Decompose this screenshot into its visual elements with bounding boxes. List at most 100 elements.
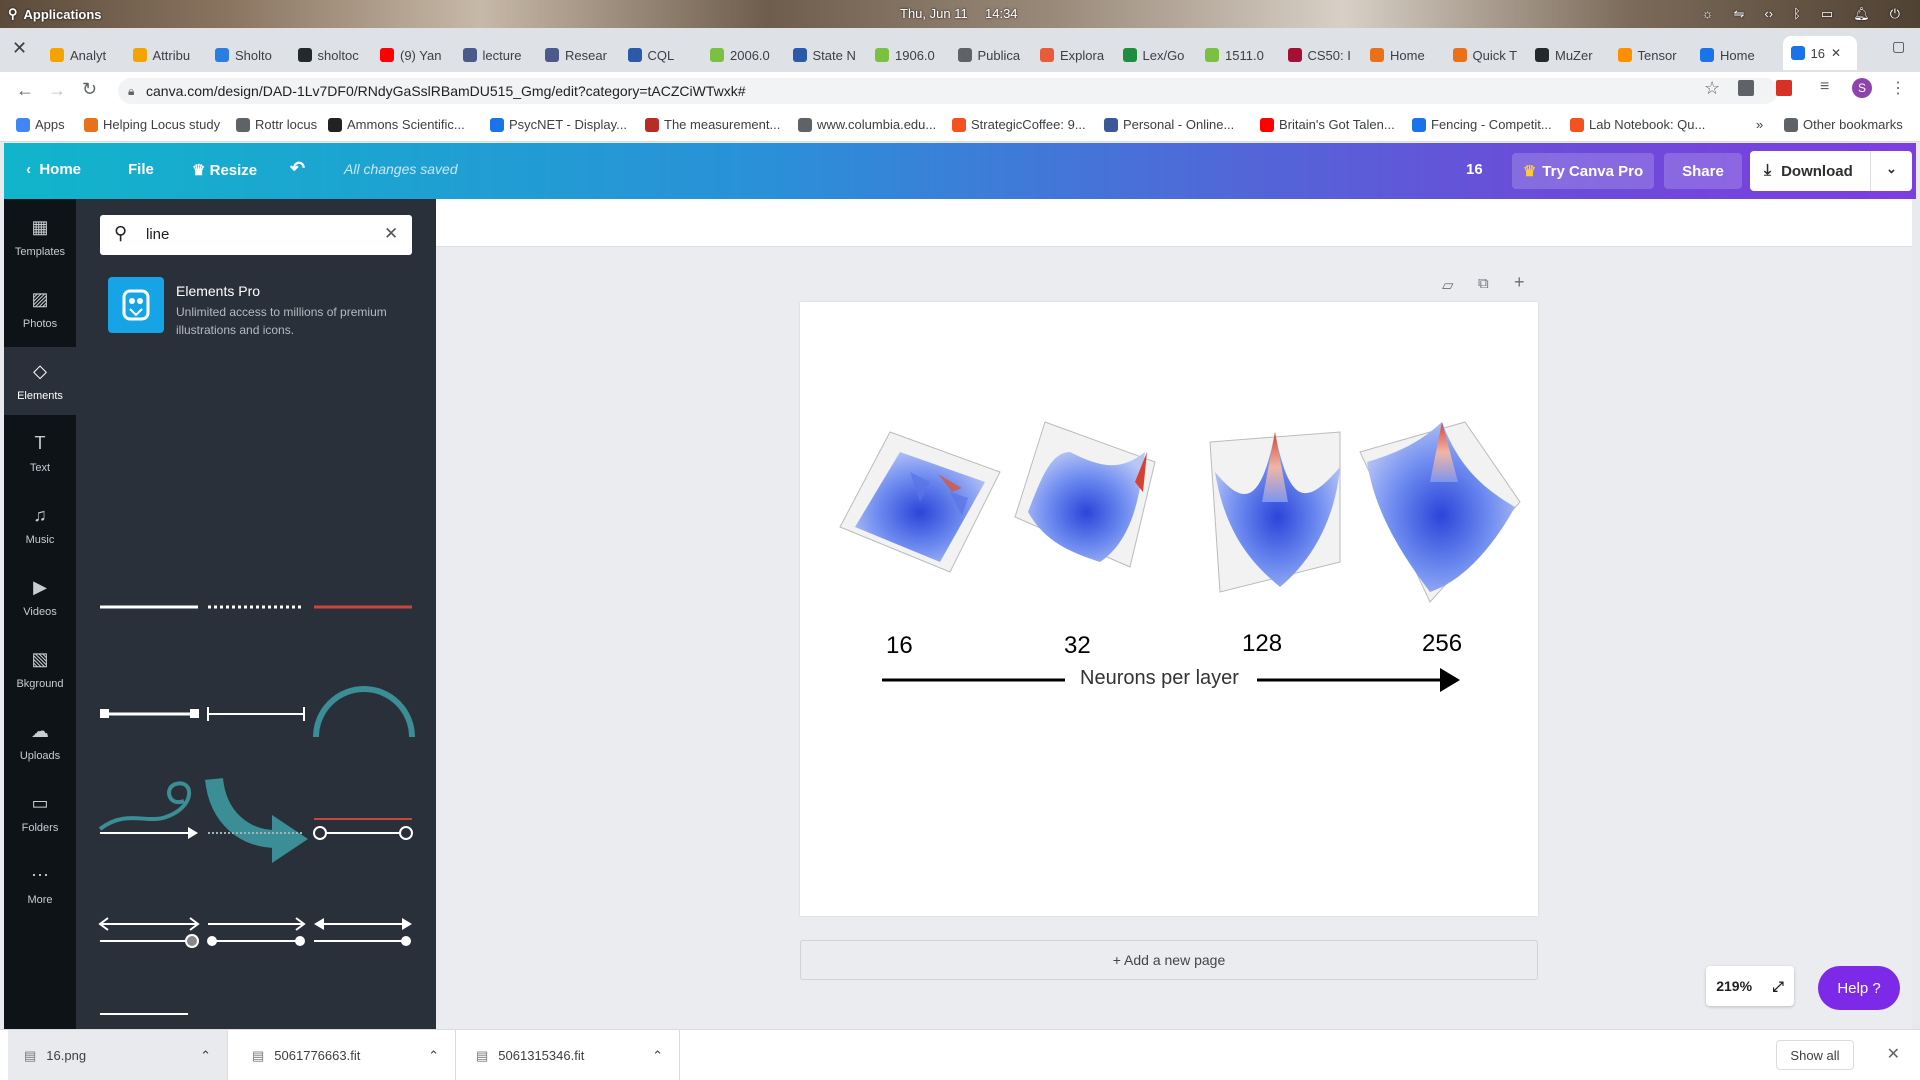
code-icon[interactable]: ‹› xyxy=(1764,6,1773,22)
bluetooth-icon[interactable]: ᛒ xyxy=(1793,6,1801,22)
battery-icon[interactable]: ▭ xyxy=(1821,6,1833,22)
notification-icon[interactable]: 🔔︎ xyxy=(1853,6,1870,22)
sidebar-item-templates[interactable]: ▦ Templates xyxy=(4,203,76,271)
bookmarks-more-icon[interactable]: » xyxy=(1756,117,1763,132)
forward-icon[interactable]: → xyxy=(48,80,66,101)
sidebar-item-photos[interactable]: ▨ Photos xyxy=(4,275,76,343)
dot-line-element[interactable] xyxy=(207,936,305,946)
circle-end-line-element[interactable] xyxy=(313,826,413,840)
help-button[interactable]: Help ? xyxy=(1818,966,1900,1010)
bookmark-item[interactable]: Helping Locus study xyxy=(84,117,220,132)
close-tab-icon[interactable]: ✕ xyxy=(1831,46,1841,60)
notes-icon[interactable]: ▱ xyxy=(1442,276,1454,294)
share-button[interactable]: Share xyxy=(1664,153,1742,189)
bookmark-star-icon[interactable]: ☆ xyxy=(1704,78,1720,99)
sidebar-item-uploads[interactable]: ☁ Uploads xyxy=(4,707,76,775)
elements-pro-card[interactable]: Elements Pro Unlimited access to million… xyxy=(100,277,412,337)
browser-menu-icon[interactable]: ⋮ xyxy=(1890,78,1906,98)
browser-tab[interactable]: Sholto xyxy=(215,40,285,70)
sidebar-item-elements[interactable]: ◇ Elements xyxy=(4,347,76,415)
browser-tab[interactable]: State N xyxy=(792,40,863,70)
zoom-control[interactable]: 219% ⤢ xyxy=(1706,966,1794,1006)
browser-tab[interactable]: lecture xyxy=(462,40,533,70)
bookmark-item[interactable]: PsycNET - Display... xyxy=(490,117,627,132)
close-window-icon[interactable]: ✕ xyxy=(12,38,27,59)
browser-tab[interactable]: Attribu xyxy=(132,40,203,70)
home-button[interactable]: ‹ Home xyxy=(26,161,81,178)
add-page-icon[interactable]: + xyxy=(1514,272,1525,293)
add-new-page-button[interactable]: + Add a new page xyxy=(800,940,1538,980)
network-icon[interactable]: ⇋ xyxy=(1734,6,1745,22)
other-bookmarks[interactable]: Other bookmarks xyxy=(1784,117,1903,132)
browser-tab[interactable]: Resear xyxy=(545,40,615,70)
bookmark-item[interactable]: Apps xyxy=(16,117,65,132)
back-icon[interactable]: ← xyxy=(16,80,34,101)
browser-tab[interactable]: Home xyxy=(1700,40,1770,70)
download-item[interactable]: ▤ 5061315346.fit ⌃ xyxy=(460,1030,680,1080)
browser-tab[interactable]: CQL xyxy=(627,40,698,70)
resize-button[interactable]: ♛ Resize xyxy=(192,161,257,179)
download-button[interactable]: ⤓ Download ⌄ xyxy=(1750,151,1912,191)
sidebar-item-videos[interactable]: ▶ Videos xyxy=(4,563,76,631)
sidebar-item-text[interactable]: T Text xyxy=(4,419,76,487)
design-page[interactable]: 16 32 128 256 Neurons per layer xyxy=(800,302,1538,916)
bookmark-item[interactable]: www.columbia.edu... xyxy=(798,117,936,132)
duplicate-page-icon[interactable]: ⧉ xyxy=(1478,275,1489,292)
try-canva-pro-button[interactable]: ♛ Try Canva Pro xyxy=(1512,153,1654,189)
applications-menu[interactable]: ⚲ Applications xyxy=(8,6,102,22)
facebook-ext-icon[interactable] xyxy=(1738,80,1754,96)
profile-avatar[interactable]: S xyxy=(1852,78,1872,98)
line-element[interactable] xyxy=(207,707,305,721)
bookmark-item[interactable]: StrategicCoffee: 9... xyxy=(952,117,1086,132)
brightness-icon[interactable]: ☼ xyxy=(1702,6,1714,22)
browser-tab[interactable]: MuZer xyxy=(1535,40,1605,70)
browser-tab[interactable]: Analyt xyxy=(50,40,120,70)
browser-tab[interactable]: 1511.0 xyxy=(1205,40,1275,70)
line-element[interactable] xyxy=(100,709,199,718)
bookmark-item[interactable]: Britain's Got Talen... xyxy=(1260,117,1395,132)
bookmark-item[interactable]: Rottr locus xyxy=(236,117,317,132)
chevron-down-icon[interactable]: ⌄ xyxy=(1886,161,1897,177)
reload-icon[interactable]: ↻ xyxy=(82,79,97,100)
bookmark-item[interactable]: Fencing - Competit... xyxy=(1412,117,1552,132)
url-field[interactable]: 🔒︎ canva.com/design/DAD-1Lv7DF0/RNdyGaSs… xyxy=(118,78,1778,104)
maximize-icon[interactable]: ▢ xyxy=(1892,38,1905,55)
clear-search-icon[interactable]: ✕ xyxy=(384,224,398,244)
arc-element[interactable] xyxy=(313,686,415,738)
chevron-up-icon[interactable]: ⌃ xyxy=(652,1048,663,1064)
undo-icon[interactable]: ↶ xyxy=(290,158,305,179)
arrow-line-element[interactable] xyxy=(100,827,198,839)
circle-end-line-element[interactable] xyxy=(100,934,199,948)
bookmark-item[interactable]: Ammons Scientific... xyxy=(328,117,465,132)
chevron-up-icon[interactable]: ⌃ xyxy=(428,1048,439,1064)
browser-tab[interactable]: Tensor xyxy=(1617,40,1688,70)
expand-icon[interactable]: ⤢ xyxy=(1773,978,1784,995)
dot-line-element[interactable] xyxy=(314,936,411,946)
browser-tab[interactable]: sholtoc xyxy=(297,40,368,70)
media-icon[interactable]: ≡ xyxy=(1820,78,1829,96)
close-shelf-icon[interactable]: ✕ xyxy=(1887,1044,1900,1064)
download-item[interactable]: ▤ 16.png ⌃ xyxy=(8,1030,228,1080)
browser-tab[interactable]: Publica xyxy=(957,40,1028,70)
browser-tab[interactable]: Home xyxy=(1370,40,1440,70)
sidebar-item-folders[interactable]: ▭ Folders xyxy=(4,779,76,847)
sidebar-item-music[interactable]: ♫ Music xyxy=(4,491,76,559)
bookmark-item[interactable]: Personal - Online... xyxy=(1104,117,1234,132)
browser-tab[interactable]: CS50: I xyxy=(1287,40,1358,70)
chevron-up-icon[interactable]: ⌃ xyxy=(200,1048,211,1064)
browser-tab[interactable]: 16 ✕ xyxy=(1782,36,1857,70)
browser-tab[interactable]: Explora xyxy=(1040,40,1110,70)
power-icon[interactable]: ⏻ xyxy=(1890,6,1900,22)
browser-tab[interactable]: Lex/Go xyxy=(1122,40,1193,70)
browser-tab[interactable]: 1906.0 xyxy=(875,40,945,70)
bookmark-item[interactable]: Lab Notebook: Qu... xyxy=(1570,117,1705,132)
search-input[interactable]: ⚲ line ✕ xyxy=(100,215,412,255)
browser-tab[interactable]: (9) Yan xyxy=(380,40,450,70)
browser-tab[interactable]: Quick T xyxy=(1452,40,1523,70)
sidebar-item-bkground[interactable]: ▧ Bkground xyxy=(4,635,76,703)
file-menu[interactable]: File xyxy=(128,161,154,178)
bookmark-item[interactable]: The measurement... xyxy=(645,117,780,132)
sidebar-item-more[interactable]: ⋯ More xyxy=(4,851,76,919)
browser-tab[interactable]: 2006.0 xyxy=(710,40,780,70)
download-item[interactable]: ▤ 5061776663.fit ⌃ xyxy=(236,1030,456,1080)
